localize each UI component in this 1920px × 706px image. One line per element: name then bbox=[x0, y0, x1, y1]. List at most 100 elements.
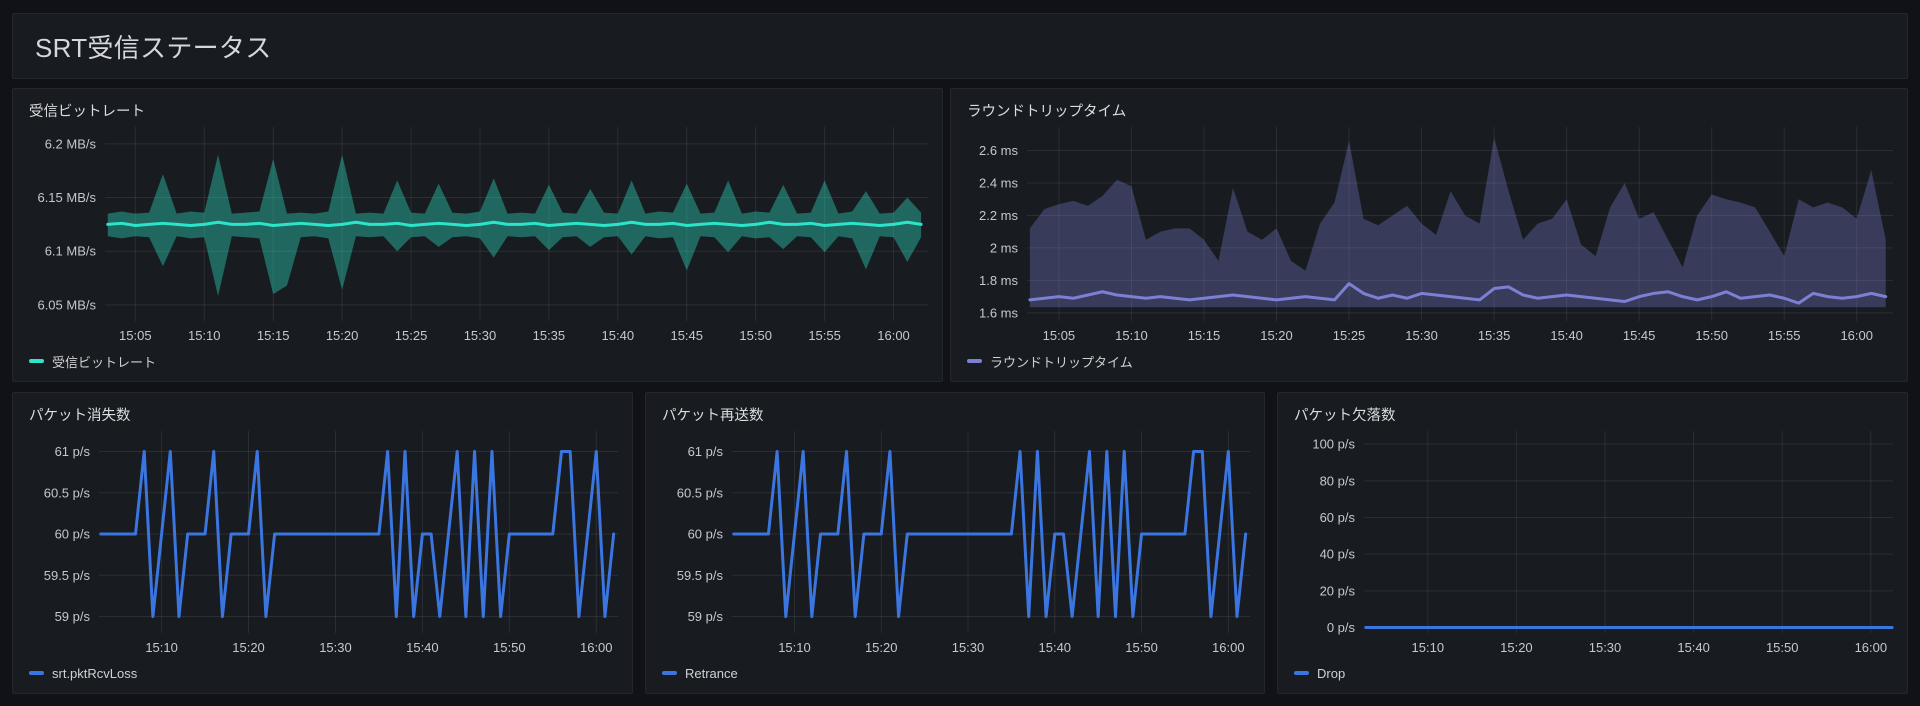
svg-text:2.4 ms: 2.4 ms bbox=[979, 175, 1019, 190]
legend-label: srt.pktRcvLoss bbox=[52, 666, 137, 681]
series-color-marker-icon bbox=[967, 359, 982, 363]
svg-text:15:35: 15:35 bbox=[533, 328, 566, 343]
svg-text:15:20: 15:20 bbox=[1260, 328, 1293, 343]
svg-text:2 ms: 2 ms bbox=[990, 240, 1019, 255]
legend-item[interactable]: ラウンドトリップタイム bbox=[967, 352, 1133, 371]
svg-text:15:15: 15:15 bbox=[257, 328, 290, 343]
svg-text:15:40: 15:40 bbox=[406, 640, 439, 655]
svg-text:59.5 p/s: 59.5 p/s bbox=[677, 568, 724, 583]
series-color-marker-icon bbox=[29, 671, 44, 675]
panel-title[interactable]: 受信ビットレート bbox=[13, 89, 942, 123]
svg-text:15:55: 15:55 bbox=[1768, 328, 1801, 343]
svg-text:16:00: 16:00 bbox=[1840, 328, 1873, 343]
svg-text:15:50: 15:50 bbox=[739, 328, 772, 343]
svg-text:15:05: 15:05 bbox=[1043, 328, 1076, 343]
bitrate-chart-canvas[interactable]: 15:0515:1015:1515:2015:2515:3015:3515:40… bbox=[13, 123, 942, 347]
series-color-marker-icon bbox=[1294, 671, 1309, 675]
svg-text:15:40: 15:40 bbox=[1677, 640, 1710, 655]
svg-text:15:20: 15:20 bbox=[326, 328, 359, 343]
legend-label: Drop bbox=[1317, 666, 1345, 681]
svg-text:60 p/s: 60 p/s bbox=[55, 527, 91, 542]
packet-loss-chart-canvas[interactable]: 15:10 15:20 15:30 15:40 15:50 16:00 59 p/s 59.5… bbox=[13, 427, 632, 659]
dashboard-title: SRT受信ステータス bbox=[13, 28, 1907, 65]
legend: Drop bbox=[1278, 659, 1907, 693]
svg-text:15:50: 15:50 bbox=[1695, 328, 1728, 343]
legend: srt.pktRcvLoss bbox=[13, 659, 632, 693]
svg-text:15:50: 15:50 bbox=[1125, 640, 1158, 655]
svg-text:60 p/s: 60 p/s bbox=[688, 527, 724, 542]
svg-text:61 p/s: 61 p/s bbox=[55, 444, 91, 459]
series-color-marker-icon bbox=[662, 671, 677, 675]
svg-text:15:50: 15:50 bbox=[1766, 640, 1799, 655]
svg-text:15:30: 15:30 bbox=[464, 328, 497, 343]
svg-text:15:30: 15:30 bbox=[1405, 328, 1438, 343]
svg-text:15:10: 15:10 bbox=[188, 328, 221, 343]
legend-item[interactable]: Retrance bbox=[662, 666, 738, 681]
legend-item[interactable]: srt.pktRcvLoss bbox=[29, 666, 137, 681]
panel-packet-retransmit: パケット再送数 15:10 15:20 15:30 15:40 15:50 16:00 59… bbox=[645, 392, 1265, 694]
svg-text:2.6 ms: 2.6 ms bbox=[979, 143, 1019, 158]
legend-item[interactable]: 受信ビットレート bbox=[29, 352, 156, 371]
svg-text:15:10: 15:10 bbox=[778, 640, 811, 655]
legend: ラウンドトリップタイム bbox=[951, 347, 1907, 381]
header-text-panel: SRT受信ステータス bbox=[12, 13, 1908, 79]
svg-text:15:50: 15:50 bbox=[493, 640, 526, 655]
packet-retransmit-chart-canvas[interactable]: 15:10 15:20 15:30 15:40 15:50 16:00 59 p/s 59.5… bbox=[646, 427, 1264, 659]
series-color-marker-icon bbox=[29, 359, 44, 363]
svg-text:15:40: 15:40 bbox=[1039, 640, 1072, 655]
svg-text:15:20: 15:20 bbox=[1500, 640, 1533, 655]
svg-text:2.2 ms: 2.2 ms bbox=[979, 208, 1019, 223]
svg-text:15:20: 15:20 bbox=[232, 640, 265, 655]
grafana-dashboard: SRT受信ステータス 受信ビットレート 15:05 15:10 15:15 15:20… bbox=[0, 0, 1920, 706]
svg-text:6.2 MB/s: 6.2 MB/s bbox=[45, 136, 97, 151]
svg-text:60.5 p/s: 60.5 p/s bbox=[677, 485, 724, 500]
svg-text:15:45: 15:45 bbox=[1623, 328, 1656, 343]
panel-receive-bitrate: 受信ビットレート 15:05 15:10 15:15 15:20 15:25 15:30 1… bbox=[12, 88, 943, 382]
panel-title[interactable]: パケット再送数 bbox=[646, 393, 1264, 427]
svg-text:15:05: 15:05 bbox=[119, 328, 152, 343]
panel-packet-loss: パケット消失数 15:10 15:20 15:30 15:40 15:50 16:00 59… bbox=[12, 392, 633, 694]
legend: Retrance bbox=[646, 659, 1264, 693]
legend-label: ラウンドトリップタイム bbox=[990, 352, 1133, 371]
svg-text:15:25: 15:25 bbox=[395, 328, 428, 343]
svg-text:16:00: 16:00 bbox=[580, 640, 613, 655]
svg-text:15:40: 15:40 bbox=[1550, 328, 1583, 343]
svg-text:15:55: 15:55 bbox=[808, 328, 841, 343]
svg-text:100 p/s: 100 p/s bbox=[1312, 437, 1355, 452]
svg-text:15:10: 15:10 bbox=[1412, 640, 1445, 655]
svg-text:59.5 p/s: 59.5 p/s bbox=[44, 568, 91, 583]
svg-text:60 p/s: 60 p/s bbox=[1320, 510, 1356, 525]
packet-drop-chart-canvas[interactable]: 15:1015:2015:3015:4015:5016:000 p/s20 p/… bbox=[1278, 427, 1907, 659]
svg-text:15:10: 15:10 bbox=[1115, 328, 1148, 343]
svg-text:16:00: 16:00 bbox=[1212, 640, 1245, 655]
panel-packet-drop: パケット欠落数 15:1015:2015:3015:4015:5016:000 … bbox=[1277, 392, 1908, 694]
svg-text:1.6 ms: 1.6 ms bbox=[979, 305, 1019, 320]
svg-text:1.8 ms: 1.8 ms bbox=[979, 273, 1019, 288]
svg-text:59 p/s: 59 p/s bbox=[688, 609, 724, 624]
svg-text:15:45: 15:45 bbox=[670, 328, 703, 343]
svg-text:15:30: 15:30 bbox=[952, 640, 985, 655]
svg-text:15:10: 15:10 bbox=[145, 640, 178, 655]
svg-text:15:30: 15:30 bbox=[1589, 640, 1622, 655]
svg-text:6.05 MB/s: 6.05 MB/s bbox=[37, 297, 96, 312]
rtt-chart-canvas[interactable]: 15:05 15:10 15:15 15:20 15:25 15:30 15:35 15:40… bbox=[951, 123, 1907, 347]
svg-text:60.5 p/s: 60.5 p/s bbox=[44, 485, 91, 500]
svg-text:16:00: 16:00 bbox=[877, 328, 910, 343]
svg-text:15:30: 15:30 bbox=[319, 640, 352, 655]
svg-text:16:00: 16:00 bbox=[1855, 640, 1888, 655]
legend-item[interactable]: Drop bbox=[1294, 666, 1345, 681]
svg-text:6.15 MB/s: 6.15 MB/s bbox=[37, 190, 96, 205]
svg-text:59 p/s: 59 p/s bbox=[55, 609, 91, 624]
svg-text:61 p/s: 61 p/s bbox=[688, 444, 724, 459]
svg-text:80 p/s: 80 p/s bbox=[1320, 473, 1356, 488]
svg-text:15:20: 15:20 bbox=[865, 640, 898, 655]
panel-title[interactable]: パケット欠落数 bbox=[1278, 393, 1907, 427]
panel-title[interactable]: ラウンドトリップタイム bbox=[951, 89, 1907, 123]
svg-text:15:15: 15:15 bbox=[1188, 328, 1221, 343]
svg-text:15:35: 15:35 bbox=[1478, 328, 1511, 343]
svg-text:40 p/s: 40 p/s bbox=[1320, 547, 1356, 562]
legend: 受信ビットレート bbox=[13, 347, 942, 381]
panel-title[interactable]: パケット消失数 bbox=[13, 393, 632, 427]
svg-text:6.1 MB/s: 6.1 MB/s bbox=[45, 244, 97, 259]
svg-text:15:25: 15:25 bbox=[1333, 328, 1366, 343]
